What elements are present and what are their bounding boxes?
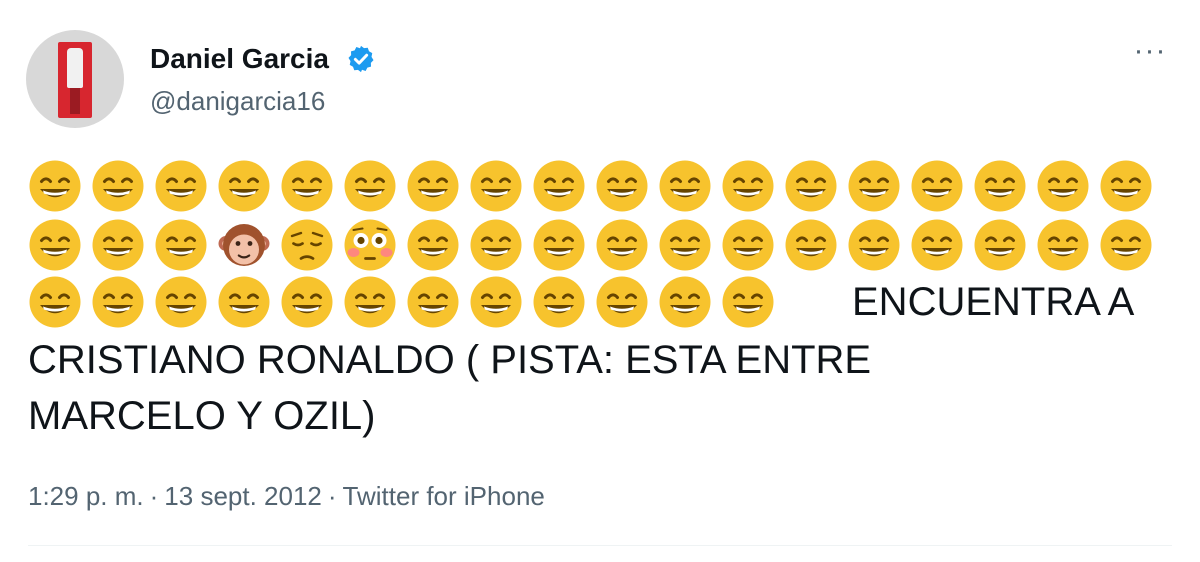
grinning-emoji-icon: [722, 219, 774, 271]
grinning-emoji-icon: [533, 276, 585, 328]
grinning-emoji-icon: [281, 276, 333, 328]
divider: [28, 545, 1172, 546]
grinning-emoji-icon: [974, 219, 1026, 271]
grinning-emoji-icon: [218, 160, 270, 212]
grinning-emoji-icon: [911, 219, 963, 271]
grinning-emoji-icon: [785, 219, 837, 271]
tweet-date[interactable]: 13 sept. 2012: [164, 481, 322, 511]
tweet-text-line2: CRISTIANO RONALDO ( PISTA: ESTA ENTRE: [28, 338, 872, 382]
author-handle[interactable]: @danigarcia16: [150, 85, 325, 117]
avatar[interactable]: [26, 30, 124, 128]
verified-badge-icon: [348, 45, 374, 73]
grinning-emoji-icon: [785, 160, 837, 212]
grinning-emoji-icon: [848, 160, 900, 212]
grinning-emoji-icon: [155, 219, 207, 271]
grinning-emoji-icon: [407, 276, 459, 328]
grinning-emoji-icon: [1037, 160, 1089, 212]
grinning-emoji-icon: [1037, 219, 1089, 271]
flushed-emoji-icon: [344, 219, 396, 271]
grinning-emoji-icon: [407, 219, 459, 271]
tweet-source[interactable]: Twitter for iPhone: [343, 481, 545, 511]
tweet-meta: 1:29 p. m. · 13 sept. 2012 · Twitter for iPh…: [28, 480, 545, 512]
grinning-emoji-icon: [911, 160, 963, 212]
grinning-emoji-icon: [596, 276, 648, 328]
grinning-emoji-icon: [596, 160, 648, 212]
emoji-row-1: [28, 159, 1153, 213]
grinning-emoji-icon: [29, 219, 81, 271]
more-options-icon[interactable]: ···: [1128, 36, 1172, 72]
avatar-figure: [67, 48, 83, 88]
grinning-emoji-icon: [659, 160, 711, 212]
author-name[interactable]: Daniel Garcia: [150, 42, 329, 76]
grinning-emoji-icon: [344, 160, 396, 212]
avatar-figure-legs: [70, 88, 80, 114]
grinning-emoji-icon: [281, 160, 333, 212]
tweet-time[interactable]: 1:29 p. m.: [28, 481, 144, 511]
grinning-emoji-icon: [659, 219, 711, 271]
grinning-emoji-icon: [596, 219, 648, 271]
grinning-emoji-icon: [344, 276, 396, 328]
tweet-text-line3: MARCELO Y OZIL): [28, 394, 376, 438]
grinning-emoji-icon: [659, 276, 711, 328]
pensive-emoji-icon: [281, 219, 333, 271]
grinning-emoji-icon: [722, 160, 774, 212]
grinning-emoji-icon: [155, 276, 207, 328]
emoji-row-2: [28, 218, 1153, 272]
grinning-emoji-icon: [1100, 160, 1152, 212]
meta-separator: ·: [327, 481, 337, 511]
emoji-row-3: [28, 275, 775, 329]
grinning-emoji-icon: [155, 160, 207, 212]
grinning-emoji-icon: [407, 160, 459, 212]
tweet-text-part1: ENCUENTRA A: [852, 280, 1135, 324]
grinning-emoji-icon: [92, 219, 144, 271]
grinning-emoji-icon: [29, 276, 81, 328]
grinning-emoji-icon: [722, 276, 774, 328]
tweet-card: Daniel Garcia @danigarcia16 ··· ENCUENTR…: [0, 0, 1200, 562]
grinning-emoji-icon: [92, 276, 144, 328]
grinning-emoji-icon: [470, 219, 522, 271]
grinning-emoji-icon: [848, 219, 900, 271]
grinning-emoji-icon: [470, 160, 522, 212]
grinning-emoji-icon: [533, 219, 585, 271]
grinning-emoji-icon: [92, 160, 144, 212]
monkey-face-emoji-icon: [218, 224, 270, 266]
grinning-emoji-icon: [218, 276, 270, 328]
grinning-emoji-icon: [533, 160, 585, 212]
grinning-emoji-icon: [29, 160, 81, 212]
meta-separator: ·: [149, 481, 159, 511]
grinning-emoji-icon: [470, 276, 522, 328]
grinning-emoji-icon: [974, 160, 1026, 212]
grinning-emoji-icon: [1100, 219, 1152, 271]
